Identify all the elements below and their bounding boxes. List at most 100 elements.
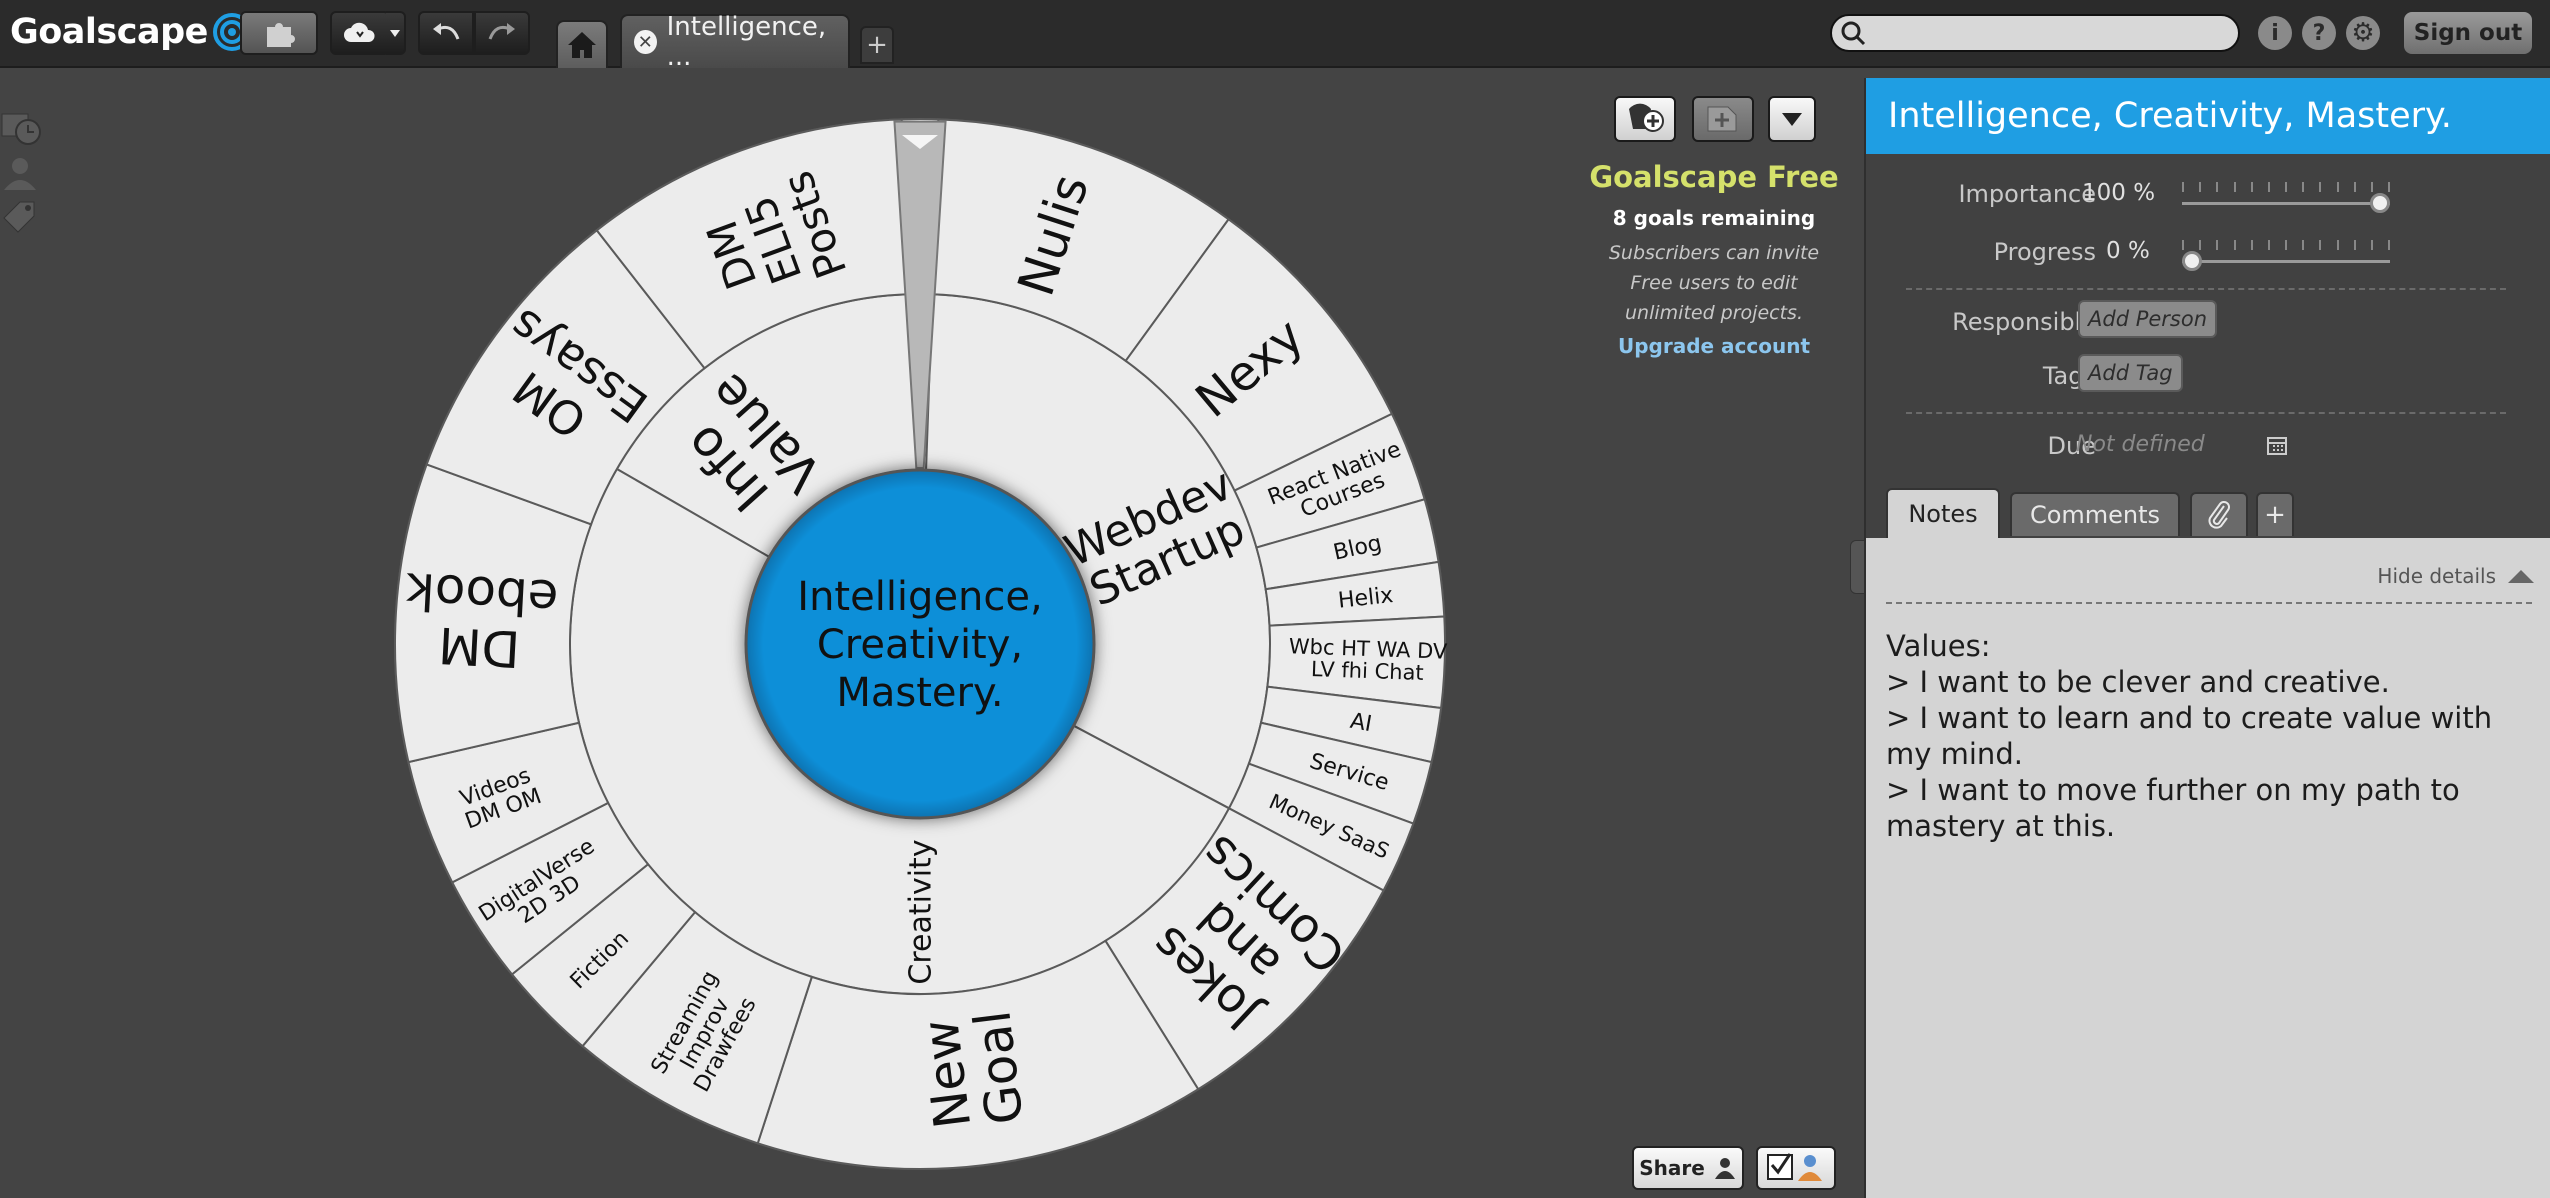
app-logo[interactable]: Goalscape xyxy=(10,8,252,56)
outer-goal-label: AI xyxy=(1348,709,1374,737)
settings-gear-icon[interactable]: ⚙ xyxy=(2346,16,2380,50)
help-icon[interactable]: ? xyxy=(2302,16,2336,50)
progress-label: Progress xyxy=(1993,238,2096,266)
due-value[interactable]: Not defined xyxy=(2076,432,2205,457)
cloud-dropdown-button[interactable] xyxy=(386,11,406,55)
tab-intelligence[interactable]: ✕ Intelligence, ... xyxy=(620,12,850,72)
triangle-down-icon xyxy=(1782,113,1802,126)
slider-tick xyxy=(2370,182,2373,192)
slider-tick xyxy=(2182,182,2184,192)
goal-library-button[interactable] xyxy=(240,11,318,55)
add-person-button[interactable]: Add Person xyxy=(2078,300,2218,338)
slider-tick xyxy=(2302,182,2305,192)
slider-tick xyxy=(2285,240,2287,250)
slider-tick xyxy=(2216,240,2219,250)
importance-label: Importance xyxy=(1958,180,2096,208)
checkbox-person-icon xyxy=(1767,1153,1822,1181)
add-sibling-goal-button[interactable] xyxy=(1614,96,1676,142)
slider-tick xyxy=(2233,182,2236,192)
slider-tick xyxy=(2267,182,2270,192)
slider-tick xyxy=(2285,182,2287,192)
brand-name: Goalscape xyxy=(10,12,208,52)
top-bar: Goalscape ✕ Intelligence, ... + i ? ⚙ Si… xyxy=(0,0,2550,72)
slider-tick xyxy=(2233,240,2236,250)
close-tab-icon[interactable]: ✕ xyxy=(634,30,657,54)
slider-tick xyxy=(2302,240,2305,250)
share-label: Share xyxy=(1639,1156,1705,1180)
slider-track[interactable] xyxy=(2182,202,2390,205)
calendar-icon[interactable] xyxy=(2266,434,2288,456)
due-label: Due xyxy=(2047,432,2096,460)
divider xyxy=(1906,412,2506,414)
notes-line: > I want to be clever and creative. xyxy=(1886,665,2390,699)
home-tab[interactable] xyxy=(556,20,608,68)
slider-knob[interactable] xyxy=(2182,251,2202,271)
progress-value: 0 % xyxy=(2106,238,2150,264)
triangle-up-icon xyxy=(2508,570,2534,583)
slider-tick xyxy=(2353,182,2356,192)
goal-details-panel: Intelligence, Creativity, Mastery. Impor… xyxy=(1864,78,2550,1198)
slider-tick xyxy=(2199,182,2202,192)
task-view-button[interactable] xyxy=(1756,1146,1836,1190)
upgrade-account-link[interactable]: Upgrade account xyxy=(1560,334,1868,358)
slider-knob[interactable] xyxy=(2370,193,2390,213)
tab-comments[interactable]: Comments xyxy=(2010,492,2180,536)
plan-name: Goalscape Free xyxy=(1589,160,1839,194)
progress-slider[interactable] xyxy=(2182,234,2390,274)
slider-track[interactable] xyxy=(2182,260,2390,263)
inner-goal-label: Creativity xyxy=(904,839,939,984)
tab-label: Intelligence, ... xyxy=(666,12,827,72)
redo-icon xyxy=(488,23,515,40)
caret-down-icon xyxy=(390,30,400,37)
notes-line: > I want to move further on my path to m… xyxy=(1886,773,2469,843)
slider-tick xyxy=(2182,240,2184,250)
search-icon xyxy=(1841,21,1866,46)
sign-out-button[interactable]: Sign out xyxy=(2404,12,2532,54)
notes-text[interactable]: Values: > I want to be clever and creati… xyxy=(1886,628,2536,844)
redo-button[interactable] xyxy=(474,11,530,55)
goal-title[interactable]: Intelligence, Creativity, Mastery. xyxy=(1866,78,2550,154)
hide-details-toggle[interactable]: Hide details xyxy=(2377,564,2536,588)
add-tab-button[interactable]: + xyxy=(860,26,894,64)
home-icon xyxy=(568,32,596,58)
add-sub-goal-button[interactable] xyxy=(1692,96,1754,142)
undo-icon xyxy=(433,23,460,40)
slider-tick xyxy=(2250,240,2253,250)
slider-tick xyxy=(2267,240,2270,250)
divider xyxy=(1906,288,2506,290)
importance-slider[interactable] xyxy=(2182,176,2390,216)
add-tab-button[interactable]: + xyxy=(2256,492,2294,536)
importance-value: 100 % xyxy=(2082,180,2156,206)
more-options-dropdown[interactable] xyxy=(1768,96,1816,142)
add-tag-button[interactable]: Add Tag xyxy=(2078,354,2183,392)
notes-area[interactable]: Hide details Values: > I want to be clev… xyxy=(1866,538,2550,1198)
search-input[interactable] xyxy=(1830,14,2240,52)
goals-remaining: 8 goals remaining xyxy=(1612,206,1816,230)
paperclip-icon xyxy=(2208,501,2230,529)
slider-tick xyxy=(2319,240,2322,250)
cloud-icon xyxy=(344,22,375,42)
slider-tick xyxy=(2336,182,2339,192)
undo-button[interactable] xyxy=(418,11,474,55)
slider-tick xyxy=(2336,240,2339,250)
slider-tick xyxy=(2199,240,2202,250)
slider-tick xyxy=(2370,240,2373,250)
tags-label: Tags xyxy=(2042,362,2096,390)
tab-attachments[interactable] xyxy=(2190,492,2248,536)
info-icon[interactable]: i xyxy=(2258,16,2292,50)
notes-line: > I want to learn and to create value wi… xyxy=(1886,701,2502,771)
slider-tick xyxy=(2388,240,2390,250)
slider-tick xyxy=(2216,182,2219,192)
goal-wheel[interactable]: InfoValueWebdevStartupCreativityNulisNex… xyxy=(0,70,1520,1198)
tab-notes[interactable]: Notes xyxy=(1886,488,2000,538)
notes-line: Values: xyxy=(1886,629,1991,663)
slider-tick xyxy=(2388,182,2390,192)
share-button[interactable]: Share xyxy=(1632,1146,1744,1190)
puzzle-icon xyxy=(267,23,295,47)
subscriber-note: Subscribers can invite Free users to edi… xyxy=(1608,242,1820,324)
responsible-label: Responsible xyxy=(1952,308,2096,336)
slider-tick xyxy=(2353,240,2356,250)
cloud-save-button[interactable] xyxy=(330,11,390,55)
slider-tick xyxy=(2250,182,2253,192)
add-subgoal-icon xyxy=(1707,106,1737,132)
